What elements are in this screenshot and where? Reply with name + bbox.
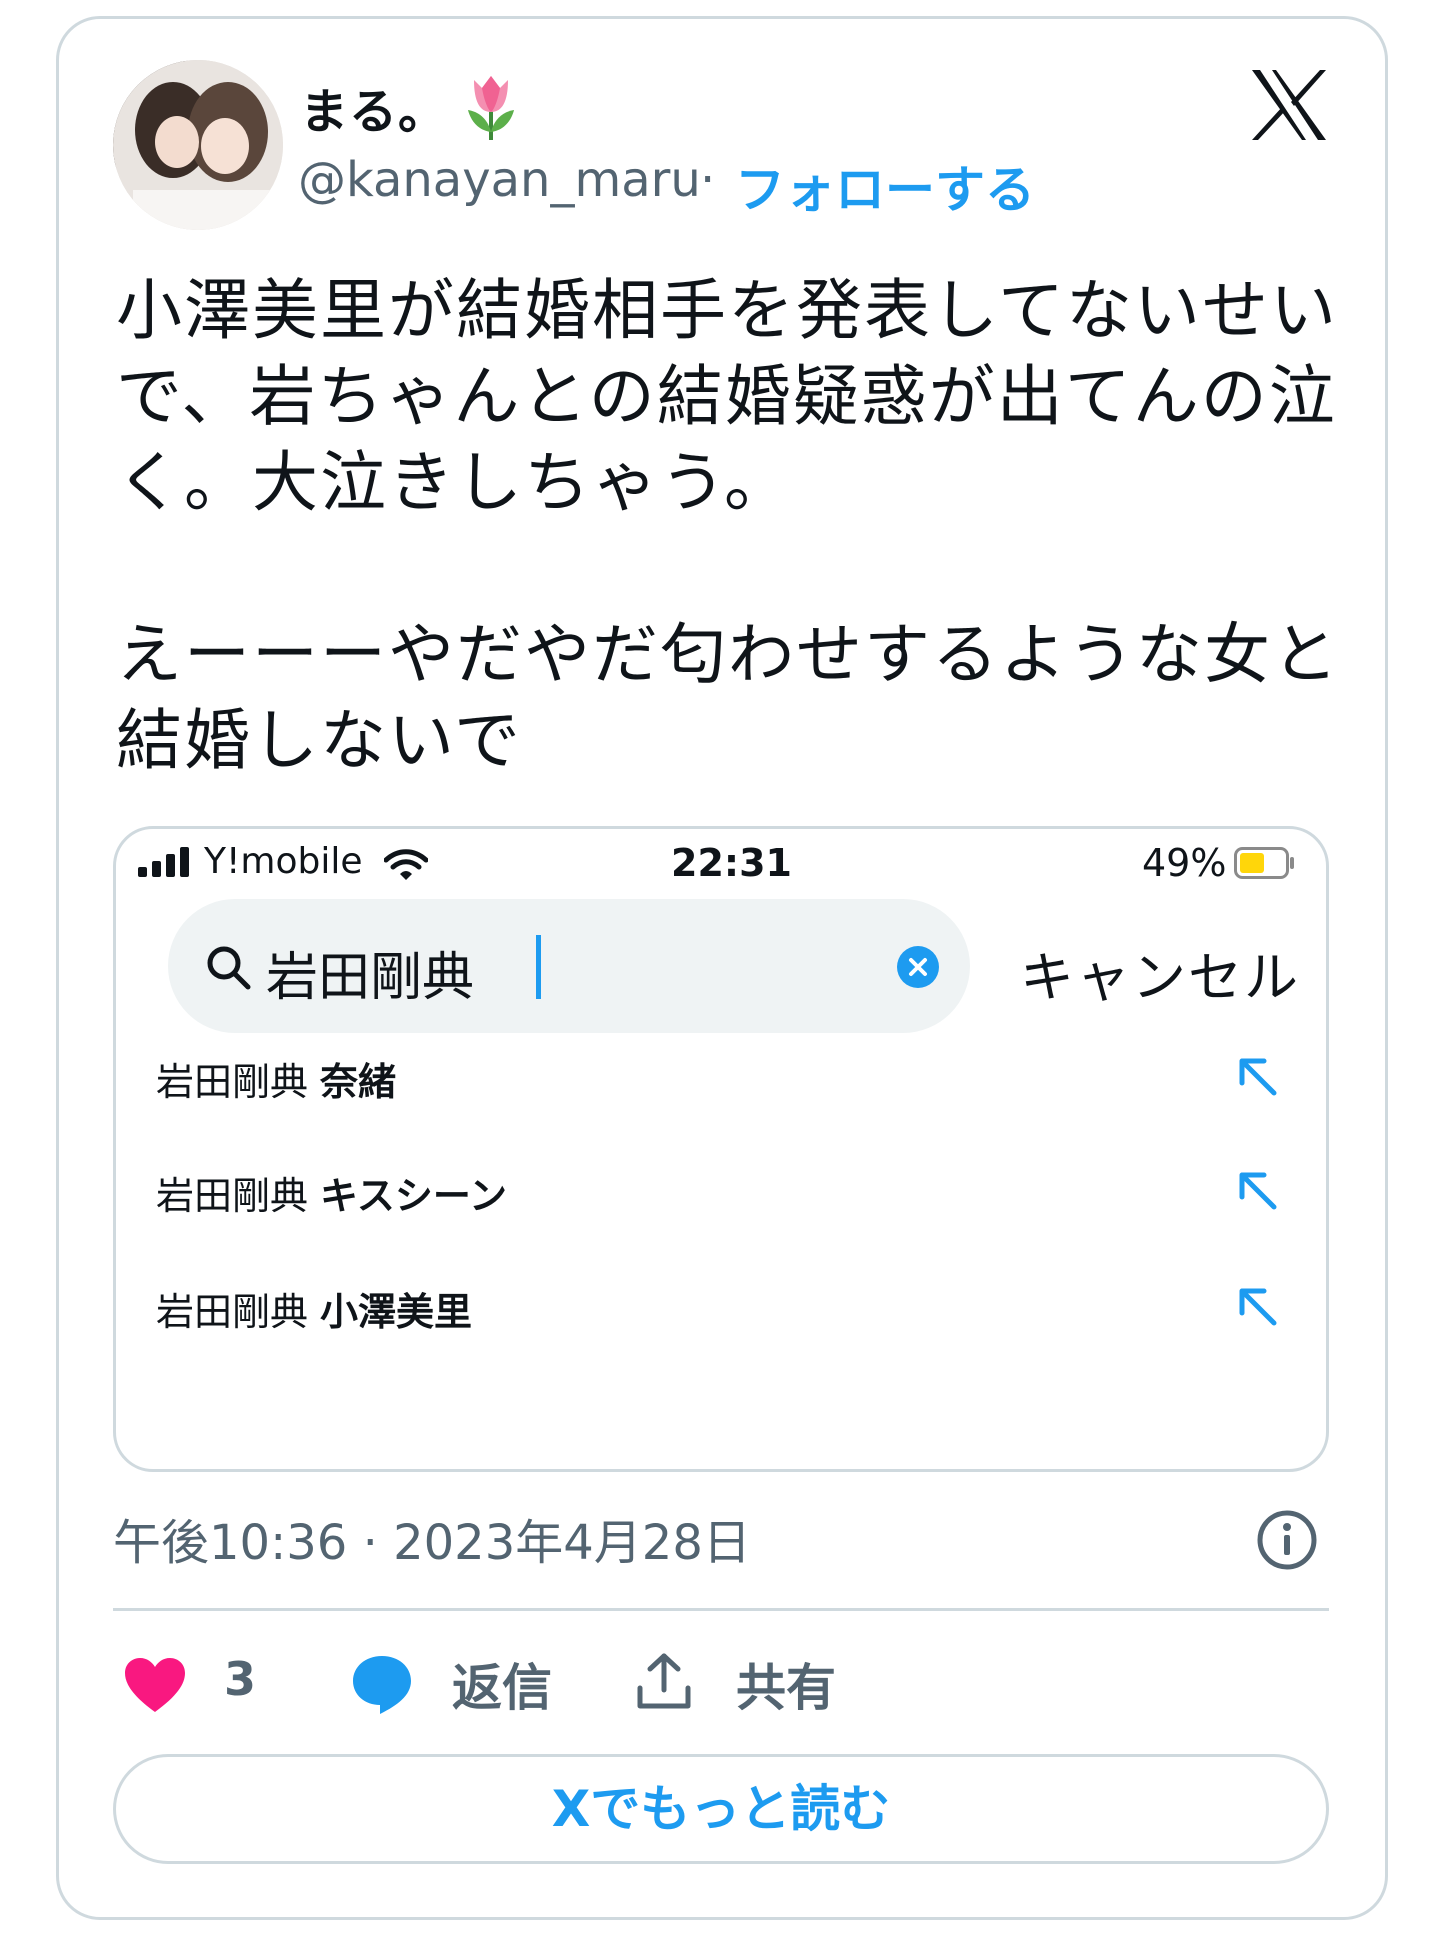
battery-percent: 49%: [1142, 841, 1227, 885]
fill-query-arrow-icon[interactable]: [1234, 1053, 1280, 1099]
share-button[interactable]: 共有: [736, 1648, 836, 1720]
reply-icon[interactable]: [350, 1652, 414, 1716]
follow-button[interactable]: フォローする: [735, 150, 1035, 222]
avatar[interactable]: [113, 60, 283, 230]
clear-search-icon[interactable]: [896, 945, 940, 989]
search-input[interactable]: 岩田剛典: [266, 935, 474, 1010]
fill-query-arrow-icon[interactable]: [1234, 1283, 1280, 1329]
cancel-button[interactable]: キャンセル: [1020, 933, 1300, 1012]
battery-icon: [1234, 847, 1294, 879]
attached-image[interactable]: Y!mobile 22:31 49% 岩田剛典 キャンセル 岩田剛典 奈緒 岩田剛…: [113, 826, 1329, 1472]
fill-query-arrow-icon[interactable]: [1234, 1167, 1280, 1213]
author-handle[interactable]: @kanayan_maru: [298, 152, 701, 208]
separator-dot: ·: [700, 152, 716, 208]
heart-icon[interactable]: [123, 1656, 187, 1714]
share-icon[interactable]: [635, 1652, 693, 1712]
search-suggestion[interactable]: 岩田剛典 キスシーン: [156, 1165, 1286, 1245]
wifi-icon: [384, 849, 428, 880]
tweet-timestamp[interactable]: 午後10:36 · 2023年4月28日: [113, 1503, 751, 1573]
suggestion-base: 岩田剛典: [156, 1060, 309, 1104]
signal-bars-icon: [138, 847, 189, 877]
search-box[interactable]: 岩田剛典: [168, 899, 970, 1033]
avatar-image: [113, 60, 283, 230]
read-more-button[interactable]: Xでもっと読む: [113, 1754, 1329, 1864]
suggestion-term: 奈緒: [320, 1060, 397, 1104]
status-carrier: Y!mobile: [204, 841, 363, 882]
suggestion-base: 岩田剛典: [156, 1290, 309, 1334]
search-suggestion[interactable]: 岩田剛典 小澤美里: [156, 1281, 1286, 1361]
status-time: 22:31: [671, 841, 792, 885]
x-logo-icon[interactable]: [1250, 68, 1328, 142]
info-icon[interactable]: [1255, 1508, 1319, 1572]
like-count: 3: [224, 1652, 257, 1706]
tweet-text: 小澤美里が結婚相手を発表してないせいで、岩ちゃんとの結婚疑惑が出てんの泣く。大泣…: [116, 272, 1340, 779]
search-suggestion[interactable]: 岩田剛典 奈緒: [156, 1051, 1286, 1131]
suggestion-base: 岩田剛典: [156, 1174, 309, 1218]
suggestion-term: 小澤美里: [320, 1290, 473, 1334]
search-icon: [207, 946, 251, 990]
suggestion-term: キスシーン: [320, 1174, 507, 1218]
text-caret: [536, 935, 541, 999]
tulip-emoji-icon: [468, 76, 514, 140]
author-name[interactable]: まる。: [300, 72, 447, 142]
reply-button[interactable]: 返信: [452, 1648, 552, 1720]
divider: [113, 1608, 1329, 1611]
